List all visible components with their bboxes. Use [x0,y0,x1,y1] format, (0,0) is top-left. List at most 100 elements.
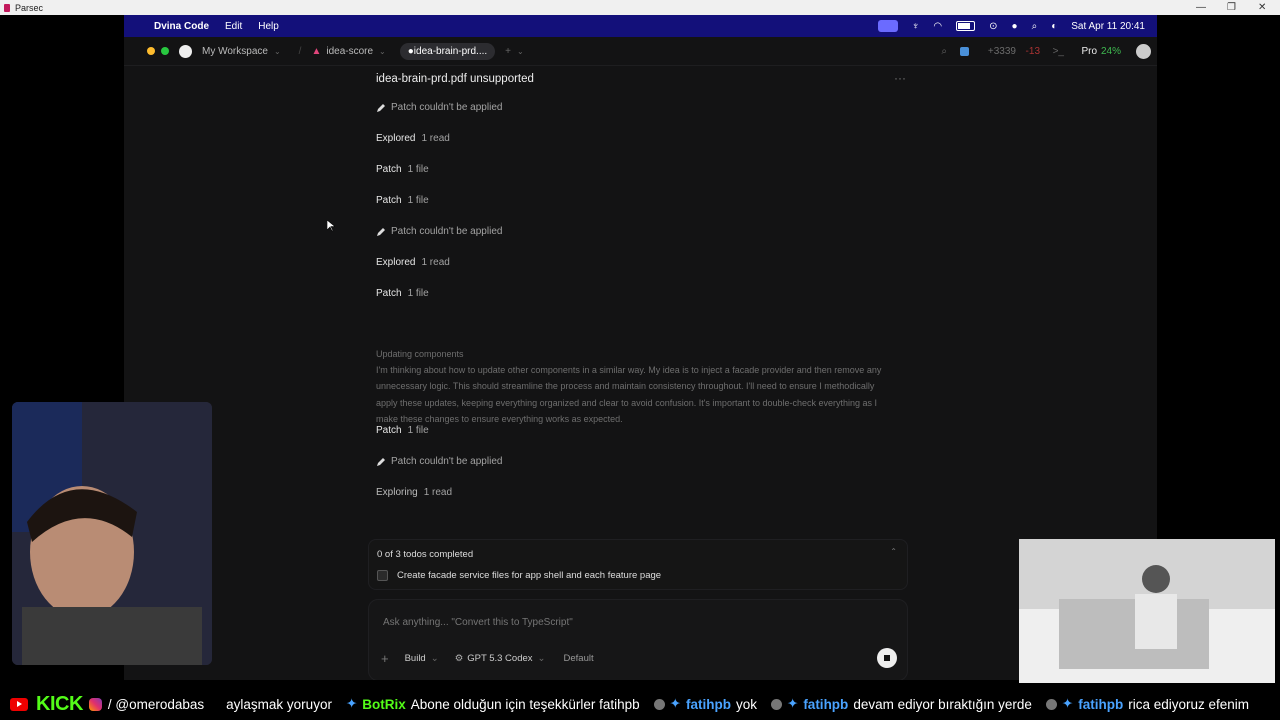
battery-icon[interactable] [956,21,976,31]
thinking-block: Updating components I'm thinking about h… [376,346,896,427]
model-label: GPT 5.3 Codex [467,653,533,664]
search-icon[interactable]: ⌕ [941,46,947,57]
project-icon: ▲ [311,45,322,57]
user-icon[interactable]: ● [1012,21,1018,32]
play-icon[interactable]: ⊙ [989,21,997,32]
activity-row[interactable]: Patch 1 file [376,425,429,436]
avatar-icon [1045,698,1057,710]
zoom-window-icon[interactable] [161,47,169,55]
chat-message: aylaşmak yoruyor [226,696,332,712]
video-overlay [1019,539,1275,683]
diff-deletions: -13 [1025,45,1040,57]
prompt-input[interactable] [381,616,885,629]
chat-user: BotRix [362,696,406,712]
tabs-dropdown-icon[interactable]: ⌄ [517,47,524,56]
activity-row: Patch couldn't be applied [376,226,502,237]
stream-ticker: KICK / @omerodabas aylaşmak yoruyor ✦ Bo… [0,688,1280,720]
activity-key: Patch [376,288,402,299]
activity-key: Explored [376,133,416,144]
todo-panel: 0 of 3 todos completed ⌃ Create facade s… [368,539,908,590]
collapse-icon[interactable]: ⌃ [890,547,897,556]
close-button[interactable]: ✕ [1258,0,1266,15]
instagram-icon [88,697,102,711]
todo-header: 0 of 3 todos completed [377,549,474,560]
activity-row[interactable]: Patch 1 file [376,164,429,175]
more-options-icon[interactable]: ··· [894,71,906,85]
diff-additions: +3339 [987,45,1016,57]
pencil-icon [377,103,385,112]
thinking-title: Updating components [376,349,464,359]
control-center-icon[interactable]: ◐ [1051,21,1057,32]
chat-message: rica ediyoruz efenim [1128,696,1250,712]
avatar[interactable] [1136,43,1151,59]
activity-value: Patch couldn't be applied [391,226,503,237]
workspace-selector[interactable]: My Workspace ⌄ [202,46,281,57]
project-selector[interactable]: ▲ idea-score ⌄ [311,46,385,57]
activity-row[interactable]: Patch 1 file [376,195,429,206]
activity-value: 1 read [421,133,450,144]
webcam-overlay [12,402,212,665]
activity-value: 1 file [407,164,429,175]
activity-row[interactable]: Explored 1 read [376,133,450,144]
activity-value: 1 file [407,195,429,206]
editor-icon[interactable] [960,46,969,56]
separator: / [298,45,302,57]
menu-edit[interactable]: Edit [225,21,242,32]
preset-selector[interactable]: Default [564,653,594,664]
todo-item: Create facade service files for app shel… [397,570,662,581]
menu-help[interactable]: Help [258,21,279,32]
model-selector[interactable]: ⚙ GPT 5.3 Codex ⌄ [455,653,546,664]
streamer-handle: / @omerodabas [107,696,205,712]
activity-key: Exploring [376,487,418,498]
chevron-down-icon: ⌄ [273,46,281,56]
app-logo-icon[interactable] [179,44,192,58]
minimize-window-icon[interactable] [147,47,155,55]
parsec-title: Parsec [15,2,44,13]
kick-logo: KICK [36,692,83,715]
project-label: idea-score [326,45,374,57]
pencil-icon [377,227,385,236]
activity-key: Patch [376,195,402,206]
mac-menubar: Dvina Code Edit Help ♆ ◠ ⊙ ● ⌕ ◐ Sat Apr… [124,15,1157,37]
usage-percent: 24% [1100,45,1121,57]
game-controller-icon[interactable]: ♆ [912,21,920,32]
minimize-button[interactable]: — [1196,0,1206,15]
composer: + Build ⌄ ⚙GPT 5.3 Codex ⌄ Default [368,599,908,680]
restore-button[interactable]: ❐ [1227,0,1236,15]
activity-row[interactable]: Patch 1 file [376,288,429,299]
menu-app-name[interactable]: Dvina Code [154,21,209,32]
chat-user: fatihpb [803,696,849,712]
parsec-logo-icon [4,3,10,12]
streamer-image [12,402,212,665]
activity-row: Patch couldn't be applied [376,456,502,467]
chat-user: fatihpb [685,696,731,712]
activity-row[interactable]: Exploring 1 read [376,487,452,498]
mode-selector[interactable]: Build ⌄ [405,653,439,664]
spotlight-search-icon[interactable]: ⌕ [1032,21,1038,32]
terminal-icon[interactable]: >_ [1053,46,1064,57]
wifi-icon[interactable]: ◠ [933,21,942,32]
tab-idea-brain-prd[interactable]: ●idea-brain-prd.... [399,42,496,60]
stop-icon [884,655,890,661]
sword-icon: ✦ [345,696,358,711]
screen-share-icon[interactable] [877,20,898,32]
avatar-icon [653,698,665,710]
activity-row[interactable]: Explored 1 read [376,257,450,268]
attach-button[interactable]: + [381,651,389,666]
activity-value: Patch couldn't be applied [391,456,503,467]
sword-icon: ✦ [787,696,799,711]
activity-value: 1 read [423,487,453,498]
stop-button[interactable] [877,648,897,668]
sword-icon: ✦ [1061,696,1074,711]
menubar-clock[interactable]: Sat Apr 11 20:41 [1071,21,1145,32]
todo-checkbox[interactable] [377,570,388,581]
chat-message: yok [735,696,757,712]
activity-value: 1 file [407,288,429,299]
video-image [1019,539,1275,683]
activity-key: Explored [376,257,416,268]
close-window-icon[interactable] [133,47,141,55]
parsec-titlebar: Parsec — ❐ ✕ [0,0,1280,15]
avatar-icon [771,698,782,710]
new-tab-button[interactable]: + [505,46,511,57]
sword-icon: ✦ [669,696,681,711]
